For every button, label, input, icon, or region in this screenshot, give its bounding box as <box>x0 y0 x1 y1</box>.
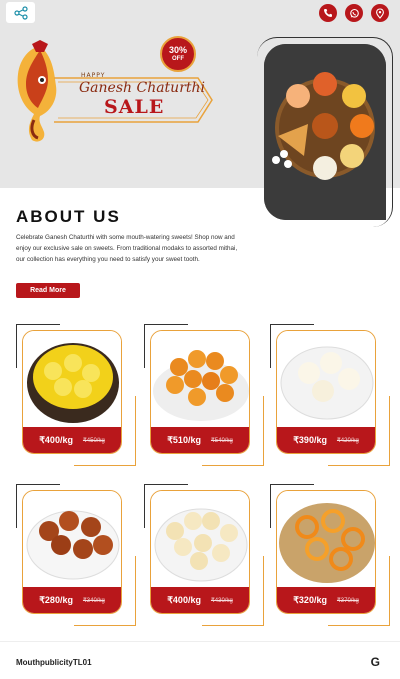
product-image-gulab-jamun <box>23 491 121 589</box>
product-card[interactable]: ₹400/kg ₹430/kg <box>144 484 264 626</box>
price-bar: ₹320/kg ₹370/kg <box>277 587 375 613</box>
product-card[interactable]: ₹280/kg ₹340/kg <box>16 484 136 626</box>
card-box: ₹400/kg ₹450/kg <box>22 330 122 454</box>
hero-banner: HAPPY Ganesh Chaturthi SALE 30% OFF <box>0 28 400 227</box>
festival-title: Ganesh Chaturthi <box>79 80 206 96</box>
product-image-motichoor-ladoo <box>151 331 249 429</box>
phone-icon[interactable] <box>319 4 337 22</box>
location-icon[interactable] <box>371 4 389 22</box>
product-card[interactable]: ₹320/kg ₹370/kg <box>270 484 390 626</box>
product-original-price: ₹370/kg <box>336 597 359 604</box>
card-box: ₹390/kg ₹420/kg <box>276 330 376 454</box>
whatsapp-icon[interactable] <box>345 4 363 22</box>
product-image-rasgulla <box>277 331 375 429</box>
product-price: ₹320/kg <box>293 594 327 605</box>
happy-label: HAPPY <box>81 72 106 79</box>
footer: MouthpublicityTL01 G <box>0 641 400 679</box>
product-image-peda <box>151 491 249 589</box>
about-description: Celebrate Ganesh Chaturthi with some mou… <box>16 234 238 263</box>
top-bar <box>0 0 400 28</box>
card-box: ₹280/kg ₹340/kg <box>22 490 122 614</box>
card-box: ₹320/kg ₹370/kg <box>276 490 376 614</box>
discount-off: OFF <box>172 56 184 62</box>
product-card[interactable]: ₹390/kg ₹420/kg <box>270 324 390 466</box>
product-price: ₹400/kg <box>39 434 73 445</box>
price-bar: ₹400/kg ₹430/kg <box>151 587 249 613</box>
discount-percent: 30% <box>168 45 187 55</box>
sweets-thali-image <box>264 44 386 220</box>
product-image-jalebi <box>277 491 375 589</box>
product-price: ₹510/kg <box>167 434 201 445</box>
google-icon[interactable]: G <box>371 655 380 669</box>
card-box: ₹510/kg ₹540/kg <box>150 330 250 454</box>
product-original-price: ₹540/kg <box>210 437 233 444</box>
product-original-price: ₹430/kg <box>210 597 233 604</box>
product-original-price: ₹450/kg <box>82 437 105 444</box>
card-box: ₹400/kg ₹430/kg <box>150 490 250 614</box>
product-price: ₹390/kg <box>293 434 327 445</box>
price-bar: ₹390/kg ₹420/kg <box>277 427 375 453</box>
product-price: ₹400/kg <box>167 594 201 605</box>
product-original-price: ₹340/kg <box>82 597 105 604</box>
price-bar: ₹510/kg ₹540/kg <box>151 427 249 453</box>
product-card[interactable]: ₹510/kg ₹540/kg <box>144 324 264 466</box>
price-bar: ₹280/kg ₹340/kg <box>23 587 121 613</box>
footer-brand: MouthpublicityTL01 <box>16 658 92 667</box>
read-more-button[interactable]: Read More <box>16 283 80 298</box>
product-card[interactable]: ₹400/kg ₹450/kg <box>16 324 136 466</box>
product-image-rasmalai <box>23 331 121 429</box>
sale-heading: SALE <box>104 96 165 118</box>
product-price: ₹280/kg <box>39 594 73 605</box>
product-original-price: ₹420/kg <box>336 437 359 444</box>
price-bar: ₹400/kg ₹450/kg <box>23 427 121 453</box>
about-heading: ABOUT US <box>16 207 121 226</box>
discount-badge: 30% OFF <box>160 36 196 72</box>
share-logo-icon[interactable] <box>6 2 35 23</box>
